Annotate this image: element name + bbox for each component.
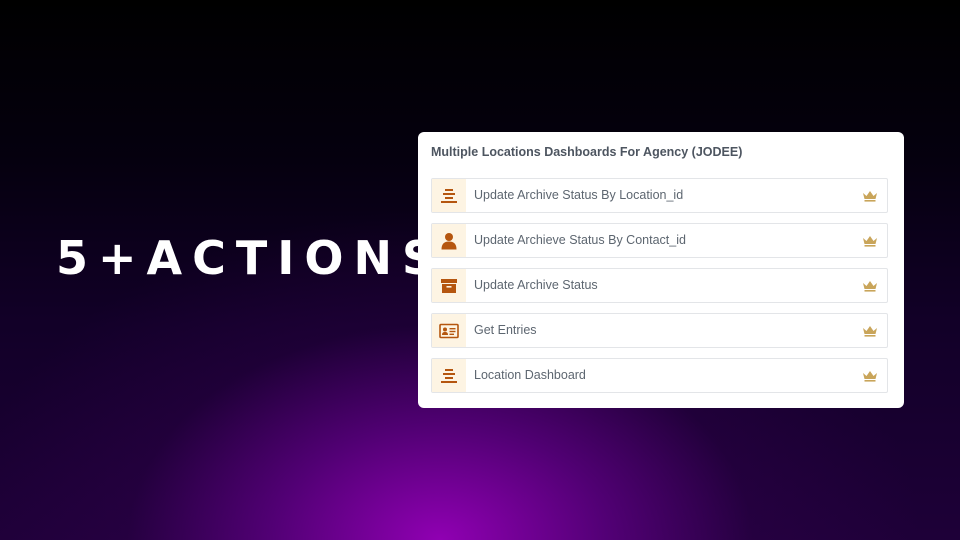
action-label: Get Entries (474, 323, 537, 337)
action-label: Update Archive Status By Location_id (474, 188, 684, 202)
card-title: Multiple Locations Dashboards For Agency… (431, 145, 743, 159)
headline: 5+ACTIONS (56, 231, 446, 285)
action-label: Update Archive Status (474, 278, 598, 292)
crown-icon (863, 281, 877, 292)
action-label: Update Archieve Status By Contact_id (474, 233, 686, 247)
action-location-dashboard[interactable]: Location Dashboard (431, 358, 888, 393)
crown-icon (863, 236, 877, 247)
action-update-archive-status-by-location-id[interactable]: Update Archive Status By Location_id (431, 178, 888, 213)
actions-card: Multiple Locations Dashboards For Agency… (418, 132, 904, 408)
archive-box-icon (432, 269, 466, 302)
action-get-entries[interactable]: Get Entries (431, 313, 888, 348)
action-update-archieve-status-by-contact-id[interactable]: Update Archieve Status By Contact_id (431, 223, 888, 258)
stack-layers-icon (432, 179, 466, 212)
user-icon (432, 224, 466, 257)
actions-list: Update Archive Status By Location_id Upd… (431, 178, 888, 393)
crown-icon (863, 326, 877, 337)
id-card-icon (432, 314, 466, 347)
crown-icon (863, 191, 877, 202)
action-update-archive-status[interactable]: Update Archive Status (431, 268, 888, 303)
stack-layers-icon (432, 359, 466, 392)
crown-icon (863, 371, 877, 382)
action-label: Location Dashboard (474, 368, 586, 382)
